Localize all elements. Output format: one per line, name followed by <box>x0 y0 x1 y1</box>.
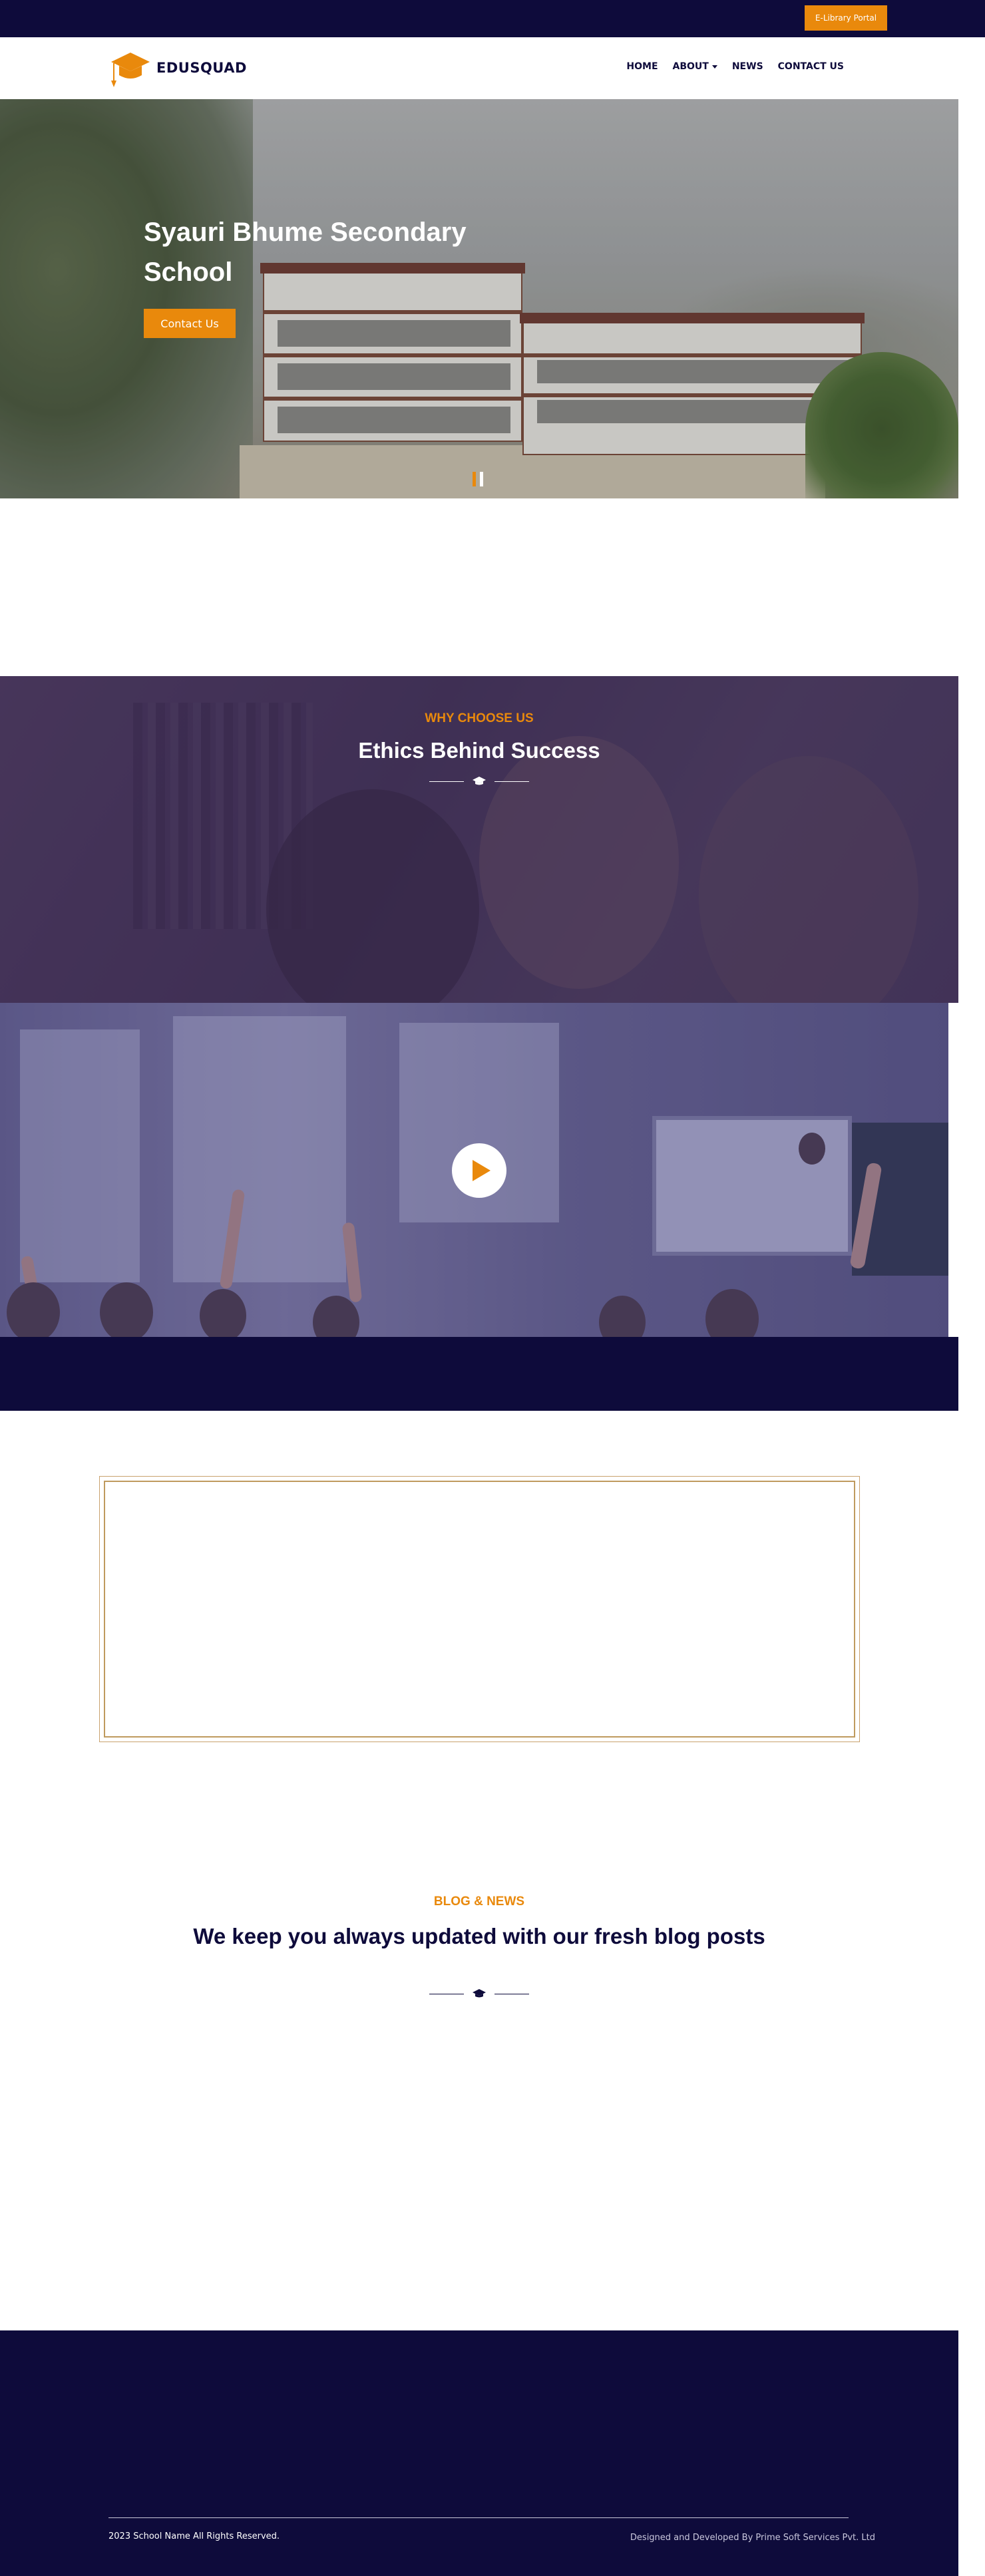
main-nav: HOME ABOUT NEWS CONTACT US <box>626 61 844 72</box>
slide-indicator-2[interactable] <box>480 472 483 486</box>
hero-title: Syauri Bhume Secondary School <box>144 218 467 287</box>
slider-indicators <box>473 472 483 486</box>
blog-divider <box>429 1987 529 2000</box>
developer-credits[interactable]: Designed and Developed By Prime Soft Ser… <box>630 2533 875 2543</box>
site-header: EDUSQUAD HOME ABOUT NEWS CONTACT US <box>0 37 958 99</box>
brand-name: EDUSQUAD <box>156 60 247 76</box>
graduation-cap-icon <box>111 53 150 87</box>
why-title: Ethics Behind Success <box>358 738 600 763</box>
hero-slider: Syauri Bhume Secondary School Contact Us <box>0 99 958 498</box>
why-choose-us-section: WHY CHOOSE US Ethics Behind Success <box>0 676 958 1003</box>
brand-logo[interactable]: EDUSQUAD <box>108 47 247 89</box>
elibrary-portal-button[interactable]: E-Library Portal <box>805 5 887 31</box>
blog-title: We keep you always updated with our fres… <box>193 1924 765 1948</box>
why-kicker: WHY CHOOSE US <box>425 711 534 725</box>
nav-news[interactable]: NEWS <box>732 61 763 72</box>
chevron-down-icon <box>711 65 717 69</box>
blog-kicker: BLOG & NEWS <box>433 1895 525 1909</box>
nav-about[interactable]: ABOUT <box>673 61 717 72</box>
navy-band <box>0 1337 958 1411</box>
graduation-cap-icon <box>473 1989 486 1998</box>
nav-about-label: ABOUT <box>672 61 709 72</box>
copyright-text: 2023 School Name All Rights Reserved. <box>108 2531 280 2541</box>
slide-indicator-1[interactable] <box>473 472 476 486</box>
graduation-cap-icon <box>473 777 486 785</box>
play-icon <box>473 1160 491 1181</box>
footer-divider <box>108 2517 849 2518</box>
top-bar: E-Library Portal <box>0 0 985 37</box>
video-section <box>0 1003 948 1337</box>
nav-contact-us[interactable]: CONTACT US <box>778 61 844 72</box>
nav-home[interactable]: HOME <box>626 61 658 72</box>
contact-us-button[interactable]: Contact Us <box>144 309 236 338</box>
play-video-button[interactable] <box>452 1143 506 1198</box>
section-divider <box>429 775 529 788</box>
framed-content-box <box>99 1476 860 1742</box>
